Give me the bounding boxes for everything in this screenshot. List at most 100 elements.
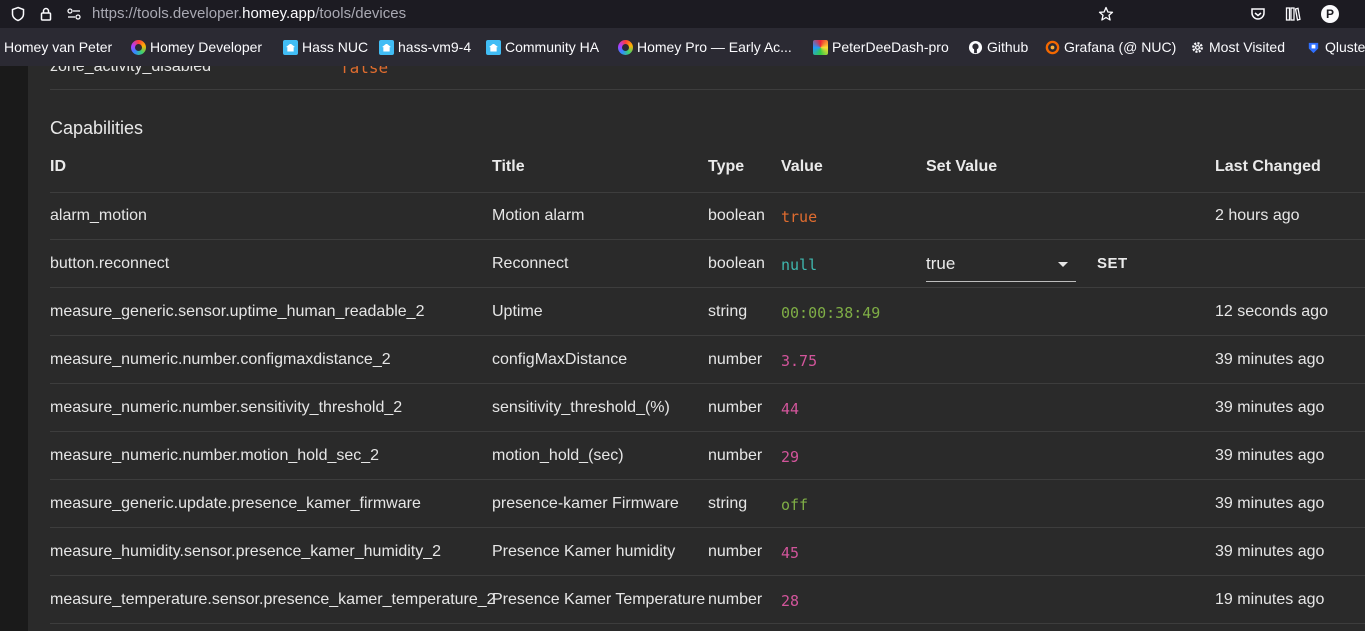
bookmark-homey-pro-early-access[interactable]: Homey Pro — Early Ac...: [618, 39, 792, 55]
bookmark-homey-developer[interactable]: Homey Developer: [131, 39, 262, 55]
cell-type: boolean: [708, 207, 765, 224]
bookmarks-bar: Homey van Peter Homey Developer Hass NUC…: [0, 28, 1365, 66]
bookmark-hass-nuc[interactable]: Hass NUC: [283, 39, 368, 55]
header-id: ID: [50, 158, 66, 175]
cell-type: number: [708, 351, 763, 368]
section-title: Capabilities: [50, 118, 144, 138]
github-icon: [968, 40, 983, 55]
set-value-select[interactable]: true: [926, 245, 1076, 282]
cell-title: Presence Kamer humidity: [492, 543, 676, 560]
home-assistant-icon: [486, 39, 501, 55]
cell-last-changed: 39 minutes ago: [1215, 543, 1325, 560]
home-assistant-icon: [379, 39, 394, 55]
cell-value: null: [781, 256, 818, 274]
url-text[interactable]: https://tools.developer.homey.app/tools/…: [92, 6, 406, 22]
header-type: Type: [708, 158, 745, 175]
bookmark-github[interactable]: Github: [968, 39, 1028, 55]
cell-value: 44: [781, 400, 800, 418]
property-value: false: [340, 66, 389, 77]
cell-last-changed: 39 minutes ago: [1215, 351, 1325, 368]
browser-toolbar: https://tools.developer.homey.app/tools/…: [0, 0, 1365, 28]
homey-ring-icon: [131, 39, 146, 55]
cell-title: sensitivity_threshold_(%): [492, 399, 670, 416]
cell-id: measure_numeric.number.configmaxdistance…: [50, 351, 391, 368]
cell-title: motion_hold_(sec): [492, 447, 624, 464]
cell-value: 45: [781, 544, 800, 562]
cell-type: boolean: [708, 255, 765, 272]
cell-last-changed: 39 minutes ago: [1215, 447, 1325, 464]
bookmark-hass-vm9-4[interactable]: hass-vm9-4: [379, 39, 471, 55]
cell-id: measure_generic.update.presence_kamer_fi…: [50, 495, 421, 512]
set-button[interactable]: SET: [1097, 255, 1128, 272]
star-icon[interactable]: [1098, 6, 1114, 22]
cell-id: measure_humidity.sensor.presence_kamer_h…: [50, 543, 442, 560]
cell-id: measure_numeric.number.sensitivity_thres…: [50, 399, 403, 416]
lock-icon[interactable]: [38, 6, 54, 22]
bookmark-most-visited[interactable]: Most Visited: [1190, 39, 1285, 55]
bookmark-qluster[interactable]: Qluster: [1306, 39, 1365, 55]
cell-title: presence-kamer Firmware: [492, 495, 679, 512]
shield-icon[interactable]: [10, 6, 26, 22]
header-last-changed: Last Changed: [1215, 158, 1321, 175]
device-details: zone_activity_disabled false Capabilitie…: [28, 66, 1365, 631]
capabilities-table-header: ID Title Type Value Set Value Last Chang…: [50, 156, 1365, 193]
cell-type: number: [708, 447, 763, 464]
chevron-down-icon: [1058, 262, 1068, 267]
table-row: measure_temperature.sensor.presence_kame…: [50, 576, 1365, 624]
cell-value: true: [781, 208, 818, 226]
homey-ring-icon: [618, 39, 633, 55]
bookmark-homey-van-peter[interactable]: Homey van Peter: [4, 39, 112, 55]
cell-last-changed: 39 minutes ago: [1215, 495, 1325, 512]
cell-value: 00:00:38:49: [781, 304, 881, 322]
table-row: measure_numeric.number.motion_hold_sec_2…: [50, 432, 1365, 480]
cell-title: Presence Kamer Temperature: [492, 591, 706, 608]
header-title: Title: [492, 158, 525, 175]
pocket-icon[interactable]: [1250, 6, 1266, 22]
cell-id: measure_temperature.sensor.presence_kame…: [50, 591, 496, 608]
cell-last-changed: 2 hours ago: [1215, 207, 1300, 224]
sidebar-edge: [0, 66, 28, 631]
cell-value: 29: [781, 448, 800, 466]
cell-last-changed: 19 minutes ago: [1215, 591, 1325, 608]
table-row: button.reconnect Reconnect boolean null …: [50, 240, 1365, 288]
cell-value: 28: [781, 592, 800, 610]
permissions-icon[interactable]: [66, 6, 82, 22]
qluster-icon: [1306, 40, 1321, 55]
cell-value: off: [781, 496, 809, 514]
cell-title: Uptime: [492, 303, 543, 320]
gear-icon: [1190, 40, 1205, 55]
property-row: zone_activity_disabled false: [50, 66, 1365, 90]
library-icon[interactable]: [1285, 6, 1301, 22]
bookmark-peterdeedash-pro[interactable]: PeterDeeDash-pro: [813, 39, 949, 55]
table-row: alarm_motion Motion alarm boolean true 2…: [50, 192, 1365, 240]
cell-id: measure_numeric.number.motion_hold_sec_2: [50, 447, 380, 464]
table-row: measure_generic.update.presence_kamer_fi…: [50, 480, 1365, 528]
bookmark-grafana[interactable]: Grafana (@ NUC): [1045, 39, 1176, 55]
cell-title: Motion alarm: [492, 207, 585, 224]
cell-type: string: [708, 495, 748, 512]
cell-title: Reconnect: [492, 255, 569, 272]
table-row: measure_humidity.sensor.presence_kamer_h…: [50, 528, 1365, 576]
cell-title: configMaxDistance: [492, 351, 628, 368]
cell-id: measure_generic.sensor.uptime_human_read…: [50, 303, 425, 320]
table-row: measure_generic.sensor.uptime_human_read…: [50, 288, 1365, 336]
cell-last-changed: 12 seconds ago: [1215, 303, 1328, 320]
header-set-value: Set Value: [926, 158, 998, 175]
cell-value: 3.75: [781, 352, 818, 370]
property-key: zone_activity_disabled: [50, 66, 211, 75]
set-value-selected: true: [926, 254, 956, 273]
avatar[interactable]: P: [1321, 5, 1339, 23]
cell-type: number: [708, 543, 763, 560]
table-row: measure_numeric.number.configmaxdistance…: [50, 336, 1365, 384]
header-value: Value: [781, 158, 823, 175]
url-bar[interactable]: https://tools.developer.homey.app/tools/…: [0, 0, 1122, 28]
cell-type: string: [708, 303, 748, 320]
cell-type: number: [708, 591, 763, 608]
grafana-icon: [1045, 40, 1060, 55]
cell-id: alarm_motion: [50, 207, 147, 224]
cell-id: button.reconnect: [50, 255, 170, 272]
bookmark-community-ha[interactable]: Community HA: [486, 39, 599, 55]
dashboard-icon: [813, 39, 828, 55]
cell-type: number: [708, 399, 763, 416]
cell-last-changed: 39 minutes ago: [1215, 399, 1325, 416]
